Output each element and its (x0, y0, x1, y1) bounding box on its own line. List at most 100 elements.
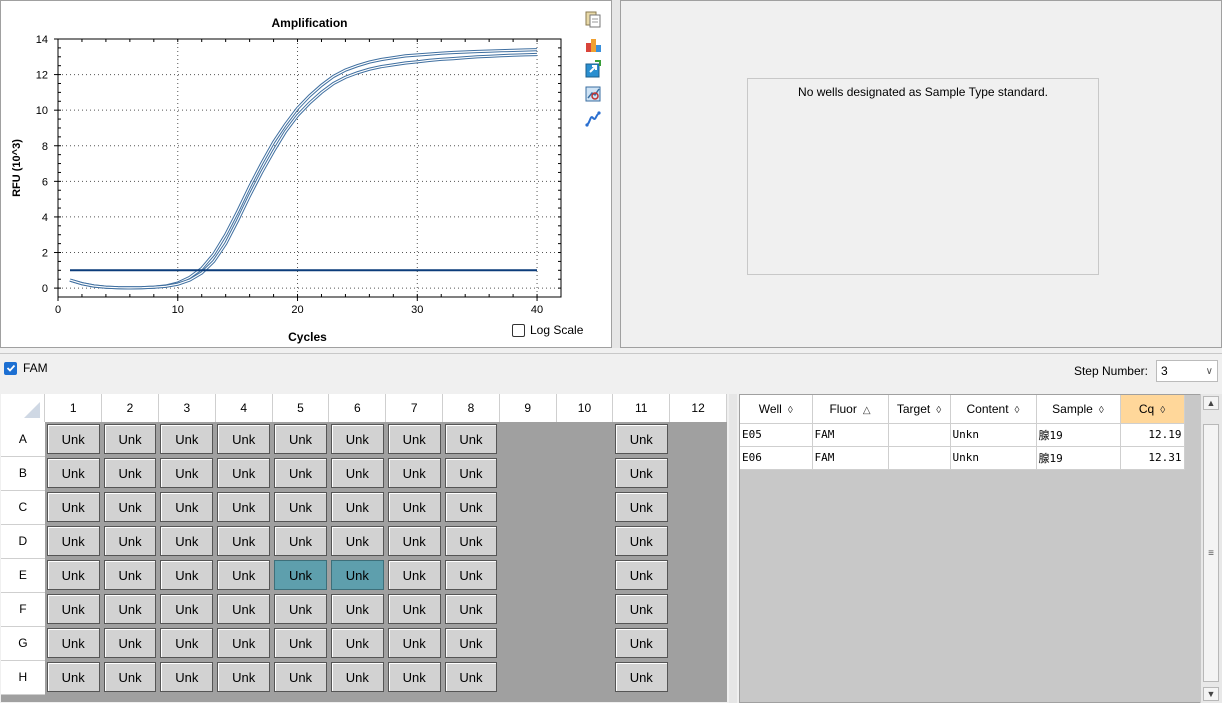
results-column-header[interactable]: Cq ◊ (1120, 395, 1185, 424)
plate-well[interactable]: Unk (45, 524, 102, 558)
plate-well[interactable] (556, 626, 613, 660)
plate-well[interactable]: Unk (329, 558, 386, 592)
plate-well[interactable]: Unk (272, 422, 329, 456)
plate-well[interactable]: Unk (215, 490, 272, 524)
results-cell[interactable]: FAM (812, 423, 889, 447)
sort-icon[interactable]: ◊ (1160, 405, 1165, 416)
results-column-header[interactable]: Well ◊ (740, 395, 813, 424)
plate-column-header[interactable]: 7 (385, 394, 444, 422)
plate-well[interactable]: Unk (386, 422, 443, 456)
plate-well[interactable]: Unk (215, 626, 272, 660)
plate-well[interactable] (556, 558, 613, 592)
zoom-chart-icon[interactable] (583, 84, 603, 104)
plate-well[interactable]: Unk (443, 490, 500, 524)
plate-well[interactable]: Unk (158, 626, 215, 660)
plate-well[interactable]: Unk (102, 422, 159, 456)
plate-well[interactable] (499, 660, 556, 694)
plate-well[interactable]: Unk (158, 660, 215, 694)
plate-well[interactable] (556, 422, 613, 456)
plate-well[interactable]: Unk (443, 592, 500, 626)
plate-well[interactable]: Unk (443, 456, 500, 490)
plate-well[interactable]: Unk (158, 558, 215, 592)
results-cell[interactable]: Unkn (950, 423, 1037, 447)
sort-icon[interactable]: ◊ (1015, 405, 1020, 416)
vertical-panel-splitter[interactable] (729, 394, 737, 703)
plate-column-header[interactable]: 10 (556, 394, 614, 422)
plate-well[interactable]: Unk (613, 456, 670, 490)
plate-well[interactable]: Unk (386, 524, 443, 558)
plate-well[interactable]: Unk (329, 456, 386, 490)
plate-well[interactable]: Unk (613, 558, 670, 592)
results-cell[interactable]: 12.31 (1120, 446, 1185, 470)
plate-column-header[interactable]: 3 (158, 394, 216, 422)
results-cell[interactable]: FAM (812, 446, 889, 470)
results-cell[interactable] (888, 446, 951, 470)
plate-column-header[interactable]: 2 (101, 394, 159, 422)
results-cell[interactable]: 12.19 (1120, 423, 1185, 447)
results-cell[interactable] (888, 423, 951, 447)
plate-row-header[interactable]: F (1, 592, 45, 627)
step-number-select[interactable]: 3 ∨ (1156, 360, 1218, 382)
plate-well[interactable]: Unk (158, 490, 215, 524)
plate-well[interactable] (670, 660, 727, 694)
plate-well[interactable] (670, 456, 727, 490)
fam-filter[interactable]: FAM (4, 361, 48, 375)
plate-well[interactable]: Unk (102, 558, 159, 592)
results-cell[interactable]: E05 (740, 423, 813, 447)
plate-column-header[interactable]: 5 (272, 394, 330, 422)
curve-fit-icon[interactable] (583, 109, 603, 129)
plate-well[interactable] (499, 558, 556, 592)
plate-well[interactable]: Unk (215, 456, 272, 490)
plate-well[interactable]: Unk (386, 558, 443, 592)
plate-well[interactable]: Unk (215, 558, 272, 592)
plate-well[interactable]: Unk (329, 592, 386, 626)
plate-corner[interactable] (1, 394, 46, 422)
plate-well[interactable] (556, 456, 613, 490)
plate-well[interactable] (499, 456, 556, 490)
plate-well[interactable]: Unk (102, 524, 159, 558)
results-cell[interactable]: 腺19 (1036, 423, 1121, 447)
plate-row-header[interactable]: E (1, 558, 45, 593)
plate-well[interactable]: Unk (443, 524, 500, 558)
log-scale-checkbox[interactable] (512, 323, 525, 337)
plate-well[interactable] (556, 592, 613, 626)
plate-well[interactable]: Unk (272, 558, 329, 592)
plate-well[interactable]: Unk (45, 490, 102, 524)
scroll-up-icon[interactable]: ▲ (1203, 396, 1219, 410)
plate-well[interactable]: Unk (158, 422, 215, 456)
plate-row-header[interactable]: G (1, 626, 45, 661)
plate-well[interactable] (670, 490, 727, 524)
plate-well[interactable]: Unk (613, 524, 670, 558)
plate-column-header[interactable]: 8 (442, 394, 500, 422)
plate-well[interactable]: Unk (272, 660, 329, 694)
plate-well[interactable] (499, 524, 556, 558)
plate-well[interactable] (556, 660, 613, 694)
plate-row-header[interactable]: H (1, 660, 45, 695)
plate-well[interactable]: Unk (272, 592, 329, 626)
chart-colors-icon[interactable] (583, 34, 603, 54)
horizontal-panel-splitter[interactable] (612, 0, 620, 348)
plate-well[interactable]: Unk (272, 456, 329, 490)
plate-well[interactable]: Unk (329, 660, 386, 694)
plate-well[interactable]: Unk (215, 660, 272, 694)
plate-well[interactable] (556, 524, 613, 558)
plate-well[interactable] (499, 490, 556, 524)
scroll-down-icon[interactable]: ▼ (1203, 687, 1219, 701)
plate-well[interactable]: Unk (158, 592, 215, 626)
plate-row-header[interactable]: D (1, 524, 45, 559)
plate-column-header[interactable]: 12 (669, 394, 727, 422)
plate-well[interactable]: Unk (102, 626, 159, 660)
results-scrollbar[interactable]: ▲ ≡ ▼ (1200, 394, 1222, 703)
plate-well[interactable]: Unk (329, 626, 386, 660)
plate-well[interactable]: Unk (443, 660, 500, 694)
results-column-header[interactable]: Sample ◊ (1036, 395, 1121, 424)
plate-well[interactable]: Unk (45, 592, 102, 626)
plate-well[interactable]: Unk (329, 422, 386, 456)
sort-icon[interactable]: ◊ (1099, 405, 1104, 416)
copy-icon[interactable] (583, 9, 603, 29)
plate-well[interactable]: Unk (443, 626, 500, 660)
plate-column-header[interactable]: 1 (44, 394, 103, 422)
plate-well[interactable]: Unk (102, 592, 159, 626)
plate-column-header[interactable]: 9 (499, 394, 557, 422)
plate-well[interactable]: Unk (158, 524, 215, 558)
